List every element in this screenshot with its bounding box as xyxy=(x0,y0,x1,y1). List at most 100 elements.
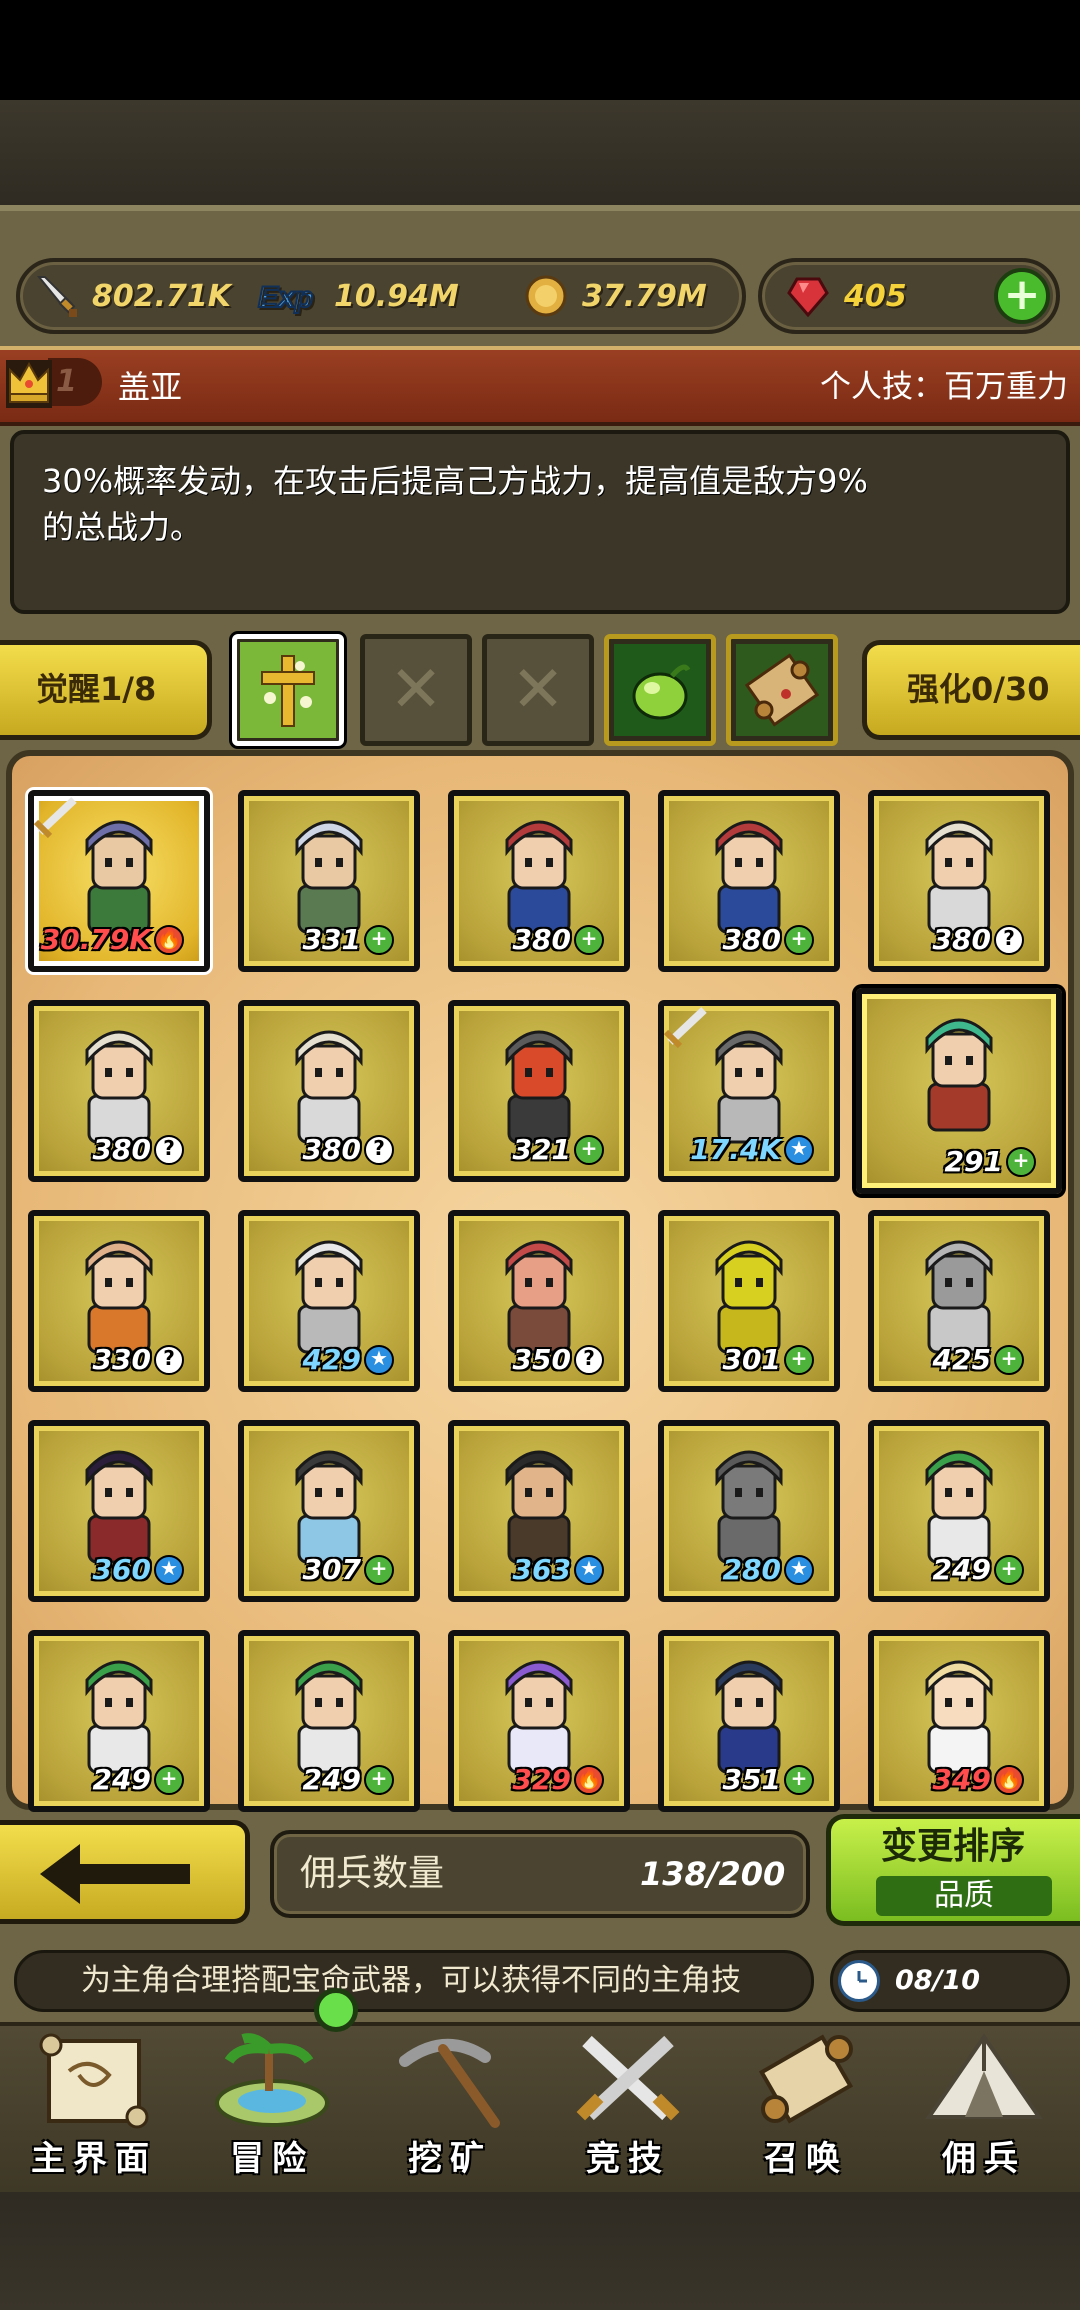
ruby-icon xyxy=(782,270,834,322)
enhance-button[interactable]: 强化0/30 xyxy=(862,640,1080,740)
mercenary-card[interactable]: 425 + xyxy=(868,1210,1050,1392)
island-icon xyxy=(215,2033,329,2127)
plus-badge-icon: + xyxy=(364,1764,394,1795)
hero-skill: 个人技：百万重力 xyxy=(820,369,1068,405)
q-badge-icon: ? xyxy=(154,1134,184,1165)
mercenary-card[interactable]: 363 ★ xyxy=(448,1420,630,1602)
mercenary-level-value: 249 xyxy=(92,1763,151,1796)
mercenary-card[interactable]: 380? xyxy=(238,1000,420,1182)
mercenary-card[interactable]: 249 + xyxy=(28,1630,210,1812)
mercenary-count-label: 佣兵数量 xyxy=(300,1853,445,1894)
news-ticker: 为主角合理搭配宝命武器，可以获得不同的主角技 xyxy=(14,1950,814,2012)
nav-mercenary[interactable]: 佣兵 xyxy=(894,2028,1074,2188)
mercenary-card[interactable]: 249 + xyxy=(238,1630,420,1812)
nav-main[interactable]: 主界面 xyxy=(4,2028,184,2188)
plus-badge-icon: + xyxy=(784,1344,814,1375)
mercenary-level-value: 30.79K xyxy=(40,923,151,956)
mercenary-level: 280 ★ xyxy=(723,1553,814,1586)
crossed-swords-icon xyxy=(576,2035,680,2121)
mercenary-level: 249 + xyxy=(93,1763,184,1796)
mercenary-card[interactable]: 380 + xyxy=(448,790,630,972)
mercenary-card[interactable]: 330? xyxy=(28,1210,210,1392)
locked-x-icon: ✕ xyxy=(389,653,443,727)
nav-mining[interactable]: 挖矿 xyxy=(360,2028,540,2188)
plus-badge-icon: + xyxy=(574,924,604,955)
mercenary-card[interactable]: 349 🔥 xyxy=(868,1630,1050,1812)
awaken-slot-cross[interactable] xyxy=(232,634,344,746)
clock-icon xyxy=(838,1960,880,2002)
mercenary-level: 360 ★ xyxy=(93,1553,184,1586)
mercenary-card[interactable]: 280 ★ xyxy=(658,1420,840,1602)
mercenary-level: 351 + xyxy=(723,1763,814,1796)
mercenary-level-value: 360 xyxy=(92,1553,151,1586)
mercenary-level-value: 17.4K xyxy=(690,1133,781,1166)
description-line-2: 的总战力。 xyxy=(42,508,203,546)
mercenary-level-value: 350 xyxy=(512,1343,571,1376)
background-top xyxy=(0,100,1080,212)
star-badge-icon: ★ xyxy=(784,1134,814,1165)
mercenary-card[interactable]: 30.79K 🔥 xyxy=(28,790,210,972)
adventure-notification-dot xyxy=(314,1988,358,2032)
mercenary-level-value: 363 xyxy=(512,1553,571,1586)
equipped-sword-icon xyxy=(33,797,77,839)
gem-resource: 405 xyxy=(782,262,907,330)
nav-summon[interactable]: 召唤 xyxy=(716,2028,896,2188)
add-gems-button[interactable]: + xyxy=(994,268,1050,324)
mercenary-count-value: 138/200 xyxy=(640,1855,786,1893)
nav-mining-label: 挖矿 xyxy=(408,2139,492,2179)
map-scroll-icon xyxy=(39,2033,149,2129)
mercenary-level-value: 380 xyxy=(512,923,571,956)
plus-badge-icon: + xyxy=(784,1764,814,1795)
mercenary-level-value: 249 xyxy=(932,1553,991,1586)
mercenary-card[interactable]: 307 + xyxy=(238,1420,420,1602)
mercenary-level-value: 380 xyxy=(722,923,781,956)
attack-resource: 802.71K xyxy=(30,262,231,330)
mercenary-level-value: 349 xyxy=(932,1763,991,1796)
plus-badge-icon: + xyxy=(1006,1146,1036,1177)
mercenary-card[interactable]: 351 + xyxy=(658,1630,840,1812)
mercenary-card[interactable]: 249 + xyxy=(868,1420,1050,1602)
gold-resource: 37.79M xyxy=(520,262,707,330)
equipped-sword-icon xyxy=(663,1007,707,1049)
gem-value: 405 xyxy=(844,278,907,314)
mercenary-level: 331 + xyxy=(303,923,394,956)
mercenary-card[interactable]: 17.4K ★ xyxy=(658,1000,840,1182)
mercenary-card[interactable]: 350? xyxy=(448,1210,630,1392)
mercenary-level-value: 380 xyxy=(92,1133,151,1166)
mercenary-level: 330? xyxy=(93,1343,184,1376)
awaken-slot-empty-2[interactable]: ✕ xyxy=(482,634,594,746)
exp-value: 10.94M xyxy=(334,278,459,314)
mercenary-card[interactable]: 321 + xyxy=(448,1000,630,1182)
awaken-slot-empty-1[interactable]: ✕ xyxy=(360,634,472,746)
fire-badge-icon: 🔥 xyxy=(154,924,184,955)
mercenary-card[interactable]: 329 🔥 xyxy=(448,1630,630,1812)
mercenary-level-value: 429 xyxy=(302,1343,361,1376)
mercenary-level: 321 + xyxy=(513,1133,604,1166)
mercenary-level-value: 301 xyxy=(722,1343,781,1376)
skill-description: 30%概率发动，在攻击后提高己方战力，提高值是敌方9% 的总战力。 xyxy=(10,430,1070,614)
awaken-slot-seed[interactable] xyxy=(604,634,716,746)
nav-arena[interactable]: 竞技 xyxy=(538,2028,718,2188)
mercenary-card[interactable]: 380? xyxy=(28,1000,210,1182)
awaken-button[interactable]: 觉醒1/8 xyxy=(0,640,212,740)
gold-value: 37.79M xyxy=(582,278,707,314)
mercenary-card[interactable]: 331 + xyxy=(238,790,420,972)
mercenary-level: 380? xyxy=(93,1133,184,1166)
back-button[interactable] xyxy=(0,1820,250,1924)
mercenary-level: 301 + xyxy=(723,1343,814,1376)
mercenary-card[interactable]: 380 + xyxy=(658,790,840,972)
svg-text:Exp: Exp xyxy=(258,281,313,314)
sword-icon xyxy=(30,270,82,322)
mercenary-card[interactable]: 301 + xyxy=(658,1210,840,1392)
mercenary-level-value: 331 xyxy=(302,923,361,956)
mercenary-card[interactable]: 380? xyxy=(868,790,1050,972)
mercenary-card[interactable]: 360 ★ xyxy=(28,1420,210,1602)
mercenary-level: 291 + xyxy=(945,1145,1036,1178)
q-badge-icon: ? xyxy=(154,1344,184,1375)
mercenary-level: 349 🔥 xyxy=(933,1763,1024,1796)
mercenary-card[interactable]: 429 ★ xyxy=(238,1210,420,1392)
mercenary-card[interactable]: 291 + xyxy=(856,988,1062,1194)
nav-adventure[interactable]: 冒险 xyxy=(182,2028,362,2188)
mercenary-level: 380 + xyxy=(723,923,814,956)
awaken-slot-scroll[interactable] xyxy=(726,634,838,746)
